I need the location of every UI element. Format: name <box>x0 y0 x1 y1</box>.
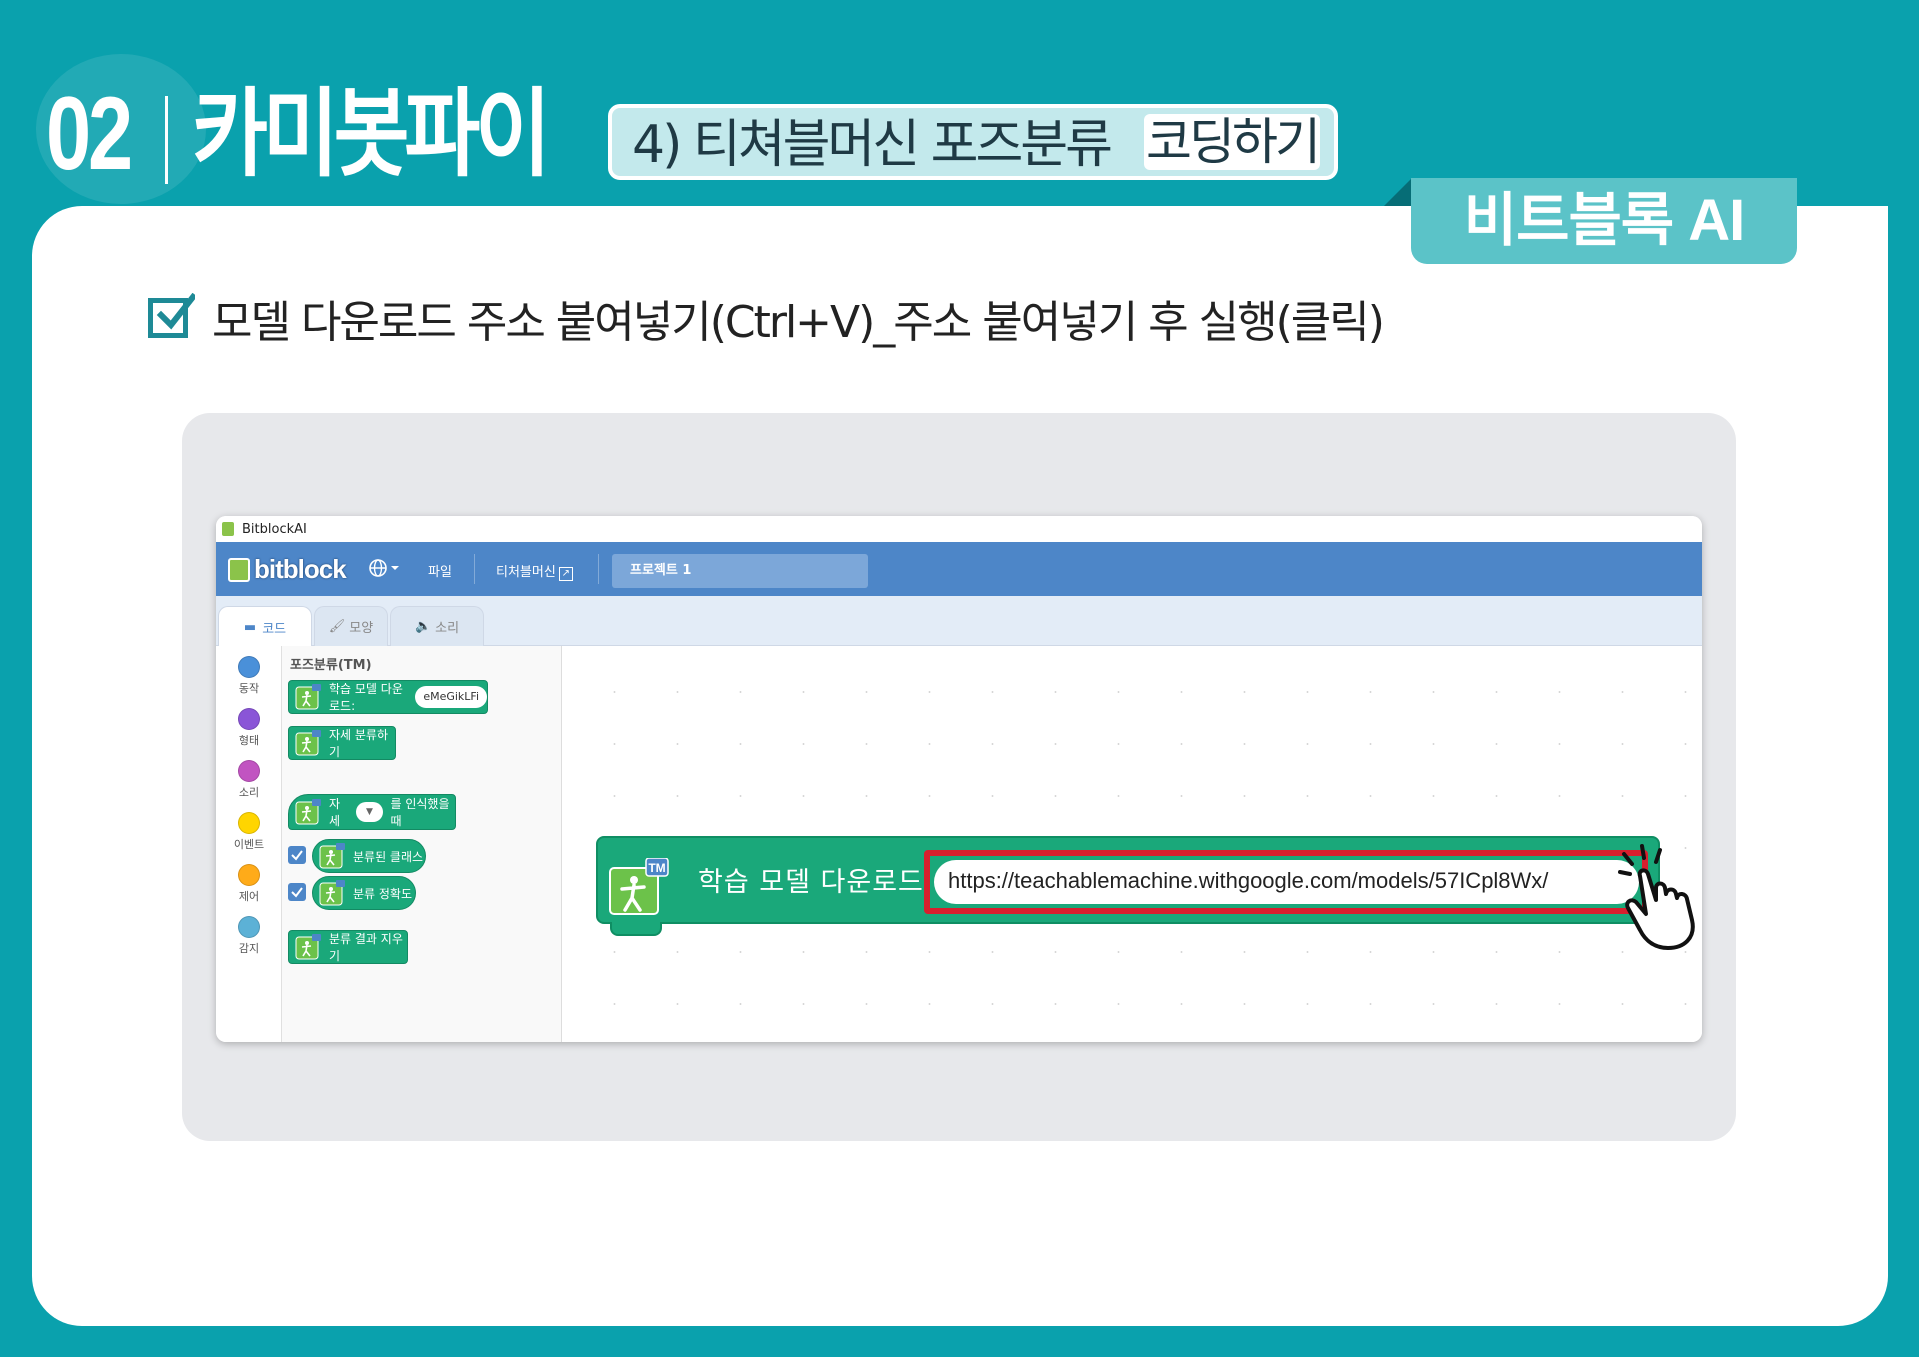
logo-cube-icon <box>228 557 250 582</box>
category-label: 감지 <box>238 942 260 955</box>
tab-bar: ▬ 코드 🖌 모양 🔈 소리 <box>216 596 1702 647</box>
palette-block-when-pose-detected[interactable]: 자세 ▼ 를 인식했을 때 <box>288 794 456 830</box>
title-bar: BitblockAI <box>216 516 1702 542</box>
palette-block-label: 를 인식했을 때 <box>390 797 450 828</box>
tab-code-label: 코드 <box>262 621 287 637</box>
category-looks[interactable]: 형태 <box>216 708 282 748</box>
palette-block-label: 자세 분류하기 <box>329 728 389 759</box>
external-link-icon: ↗ <box>558 567 573 581</box>
palette-model-input[interactable]: eMeGikLFi <box>415 686 487 708</box>
category-dot <box>238 864 260 886</box>
category-dot <box>238 708 260 730</box>
section-title: 카미봇파이 <box>192 78 551 190</box>
menu-separator <box>598 554 599 584</box>
checkbox-classification-accuracy[interactable] <box>288 883 306 901</box>
pose-tm-icon <box>319 843 345 869</box>
palette-block-download-model[interactable]: 학습 모델 다운로드: eMeGikLFi <box>288 680 488 714</box>
section-divider <box>165 96 168 184</box>
svg-text:TM: TM <box>648 861 665 875</box>
download-model-label: 학습 모델 다운로드: <box>698 867 934 898</box>
category-dot <box>238 812 260 834</box>
tab-costume[interactable]: 🖌 모양 <box>314 606 388 646</box>
model-url-text: https://teachablemachine.withgoogle.com/… <box>948 868 1549 893</box>
badge-fold <box>1384 178 1412 206</box>
palette-reporter-classification-accuracy[interactable]: 분류 정확도 <box>312 876 416 910</box>
code-icon: ▬ <box>243 619 257 635</box>
pose-tm-icon <box>319 880 345 906</box>
menu-teachable-machine[interactable]: 티처블머신 ↗ <box>496 561 573 581</box>
category-control[interactable]: 제어 <box>216 864 282 904</box>
app-icon <box>222 522 234 536</box>
category-label: 소리 <box>238 786 260 799</box>
category-label: 제어 <box>238 890 260 903</box>
palette-title: 포즈분류(TM) <box>290 658 372 673</box>
instruction-text: 모델 다운로드 주소 붙여넣기(Ctrl+V)_주소 붙여넣기 후 실행(클릭) <box>212 297 1385 348</box>
model-url-input[interactable]: https://teachablemachine.withgoogle.com/… <box>934 860 1639 904</box>
palette-block-clear-results[interactable]: 분류 결과 지우기 <box>288 930 408 964</box>
pose-tm-icon <box>295 730 321 756</box>
palette-block-label: 분류된 클래스 <box>353 849 424 864</box>
pose-tm-icon <box>295 934 321 960</box>
menu-file[interactable]: 파일 <box>428 561 452 580</box>
pose-tm-icon <box>295 799 321 825</box>
category-events[interactable]: 이벤트 <box>216 812 282 852</box>
block-palette: 포즈분류(TM) 학습 모델 다운로드: eMeGikLFi 자세 분류하기 자… <box>282 646 562 1042</box>
pose-dropdown[interactable]: ▼ <box>356 802 383 822</box>
window-title: BitblockAI <box>242 521 307 537</box>
category-sound[interactable]: 소리 <box>216 760 282 800</box>
project-name-field[interactable]: 프로젝트 1 <box>612 554 868 588</box>
app-window: BitblockAI bitblock 파일 티처블머신 ↗ 프로젝트 1 ▬ 코드… <box>216 516 1702 1042</box>
tab-sound[interactable]: 🔈 소리 <box>390 606 484 646</box>
bitblock-ai-badge: 비트블록 AI <box>1411 178 1797 264</box>
checkbox-icon <box>148 293 195 338</box>
pointing-hand-icon <box>1618 844 1695 950</box>
tab-code[interactable]: ▬ 코드 <box>218 606 312 647</box>
category-dot <box>238 656 260 678</box>
subtitle-tag: 코딩하기 <box>1144 113 1321 171</box>
palette-reporter-classified-class[interactable]: 분류된 클래스 <box>312 839 426 873</box>
category-sensing[interactable]: 감지 <box>216 916 282 956</box>
globe-icon[interactable] <box>368 558 400 583</box>
menu-separator <box>474 554 475 584</box>
menu-bar: bitblock 파일 티처블머신 ↗ 프로젝트 1 <box>216 542 1702 596</box>
section-number: 02 <box>46 76 133 192</box>
palette-block-label: 분류 정확도 <box>353 886 413 901</box>
logo: bitblock <box>228 554 347 585</box>
category-dot <box>238 760 260 782</box>
logo-text: bitblock <box>254 554 347 584</box>
pose-tm-icon: TM <box>609 858 669 915</box>
menu-teachable-label: 티처블머신 <box>496 565 556 580</box>
tab-sound-label: 소리 <box>435 621 460 636</box>
subtitle-pill: 4) 티쳐블머신 포즈분류 코딩하기 <box>608 104 1338 180</box>
brush-icon: 🖌 <box>328 619 346 634</box>
pose-tm-icon <box>295 684 321 710</box>
palette-block-label: 분류 결과 지우기 <box>329 932 403 963</box>
palette-block-label: 자세 <box>329 797 341 828</box>
category-label: 이벤트 <box>233 838 265 851</box>
category-label: 형태 <box>238 734 260 747</box>
category-label: 동작 <box>238 682 260 695</box>
tab-costume-label: 모양 <box>349 621 374 636</box>
block-notch <box>610 922 662 936</box>
palette-block-label: 학습 모델 다운로드: <box>329 682 403 713</box>
subtitle-text: 4) 티쳐블머신 포즈분류 <box>632 115 1113 175</box>
palette-block-classify-pose[interactable]: 자세 분류하기 <box>288 726 396 760</box>
checkbox-classified-class[interactable] <box>288 846 306 864</box>
instruction-row: 모델 다운로드 주소 붙여넣기(Ctrl+V)_주소 붙여넣기 후 실행(클릭) <box>148 288 1385 348</box>
category-dot <box>238 916 260 938</box>
speaker-icon: 🔈 <box>414 619 432 634</box>
category-motion[interactable]: 동작 <box>216 656 282 696</box>
category-column: 동작 형태 소리 이벤트 제어 감지 <box>216 646 282 1042</box>
